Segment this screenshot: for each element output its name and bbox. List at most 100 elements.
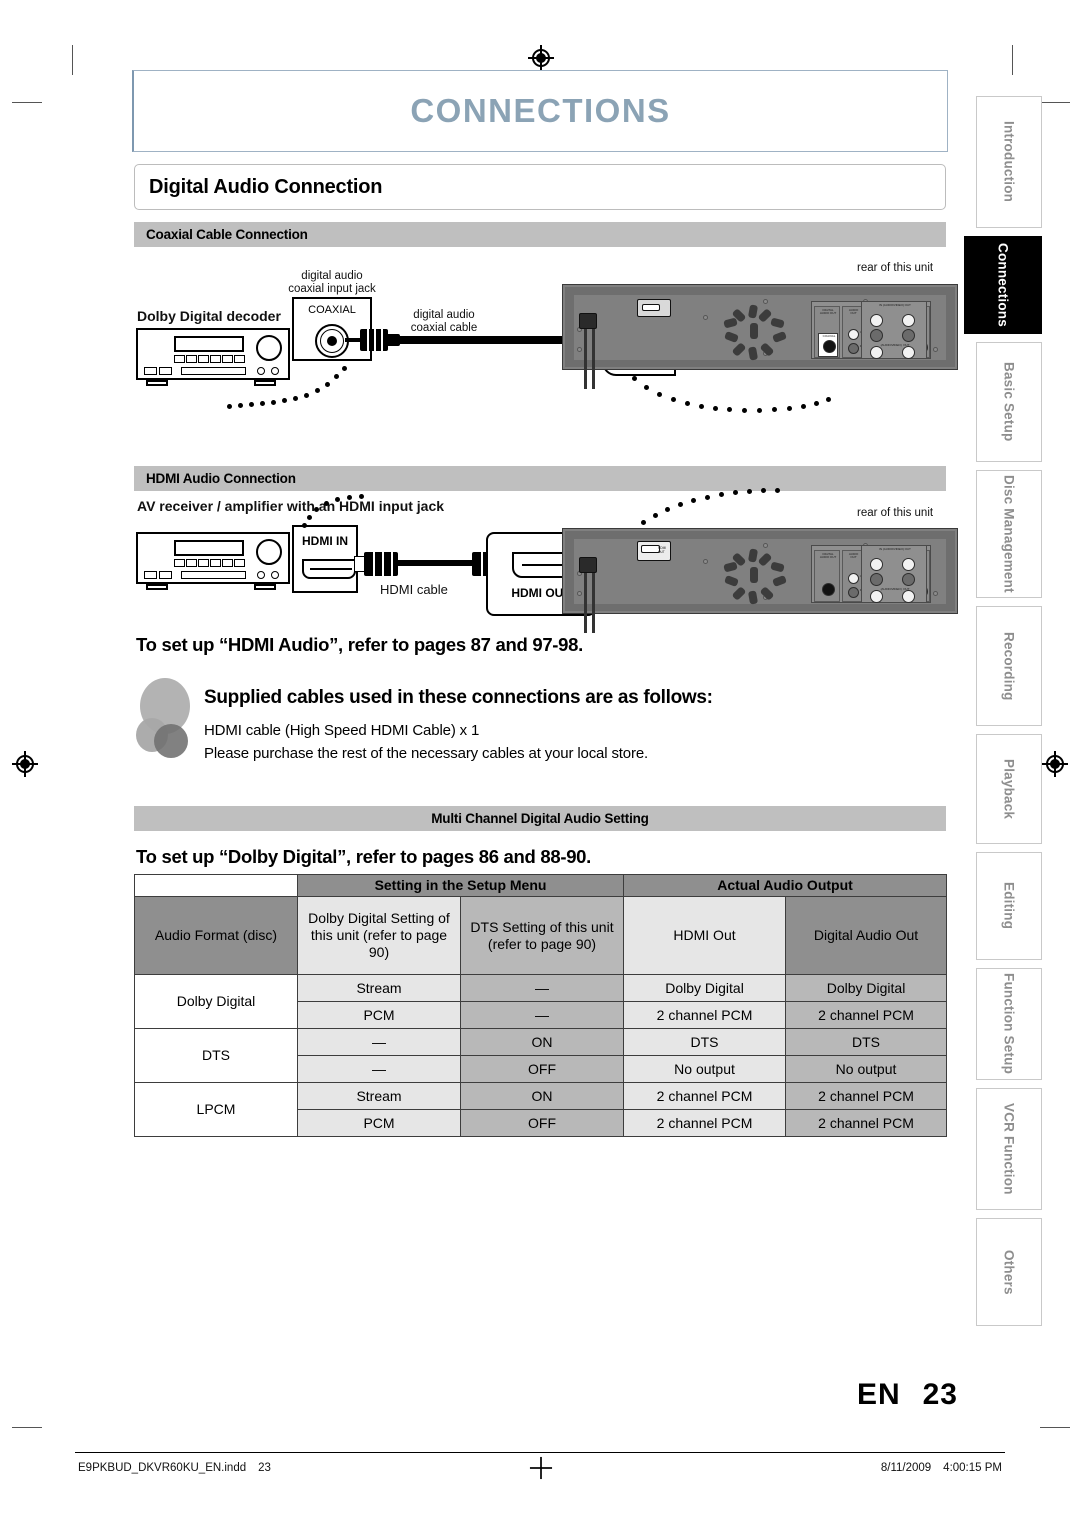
- av-in-video-jack: [870, 346, 883, 359]
- coaxial-cable-label-line1: digital audio: [413, 309, 475, 321]
- rear-panel-hdmi: HDMI OUT VIDEO OUT DIGITAL AUDIO OUT AUD…: [562, 528, 958, 633]
- av-in-l-jack: [870, 314, 883, 327]
- fan-vent: [723, 548, 787, 605]
- registration-mark-top: [528, 45, 554, 71]
- table-cell-dolby-setting: —: [297, 1028, 461, 1056]
- table-col-dolby-setting: Dolby Digital Setting of this unit (refe…: [297, 896, 461, 975]
- rca-jack-pin: [327, 336, 337, 346]
- decoder-display: [174, 336, 244, 352]
- sidebar-item-editing[interactable]: Editing: [976, 852, 1042, 960]
- crop-mark-top-right-v: [1012, 45, 1013, 75]
- av-in-r-jack: [870, 573, 883, 586]
- table-cell-hdmi-out: 2 channel PCM: [623, 1082, 787, 1110]
- subhead-coaxial-cable-connection: Coaxial Cable Connection: [134, 222, 946, 247]
- coaxial-rear-of-unit-label: rear of this unit: [857, 262, 934, 274]
- subhead-multichannel-label: Multi Channel Digital Audio Setting: [431, 811, 649, 826]
- coaxial-jack-plate: COAXIAL: [818, 333, 838, 357]
- supplied-cables-heading: Supplied cables used in these connection…: [204, 687, 713, 708]
- dolby-digital-decoder-label: Dolby Digital decoder: [137, 308, 281, 324]
- terminal-label-av-in-out: IN (AUDIO/VIDEO) OUT: [879, 547, 911, 551]
- hdmi-audio-setup-note: To set up “HDMI Audio”, refer to pages 8…: [136, 634, 583, 655]
- coaxial-output-jack: [823, 340, 836, 353]
- panel-screw: [933, 347, 938, 352]
- rear-panel-top-edge: [565, 287, 955, 295]
- sidebar-item-vcr-function[interactable]: VCR Function: [976, 1088, 1042, 1210]
- av-receiver-device: [136, 532, 290, 584]
- decoder-button: [174, 355, 185, 363]
- footer-timestamp: 8/11/2009 4:00:15 PM: [881, 1462, 1002, 1474]
- coaxial-callout-leader-right: [632, 370, 832, 420]
- table-cell-format: Dolby Digital: [134, 974, 298, 1029]
- chapter-tab-strip: Introduction Connections Basic Setup Dis…: [962, 96, 1044, 1380]
- sidebar-item-others[interactable]: Others: [976, 1218, 1042, 1326]
- decoder-button: [198, 355, 209, 363]
- rear-panel-coaxial: VIDEO OUT DIGITAL AUDIO OUT COAXIAL AUDI…: [562, 284, 958, 389]
- hdmi-in-caption: HDMI IN: [302, 534, 348, 548]
- receiver-foot-left: [146, 584, 168, 590]
- hdmi-in-port-slot: [310, 568, 352, 570]
- dolby-digital-setup-note: To set up “Dolby Digital”, refer to page…: [136, 846, 592, 867]
- subhead-coaxial-label: Coaxial Cable Connection: [146, 227, 308, 242]
- table-cell-dts-setting: —: [459, 974, 625, 1002]
- rear-hdmi-out-plate: HDMI OUT: [637, 541, 671, 561]
- table-cell-digital-audio-out: 2 channel PCM: [785, 1001, 948, 1029]
- tab-label: Function Setup: [1001, 973, 1017, 1075]
- av-in-l-jack: [870, 558, 883, 571]
- sidebar-item-function-setup[interactable]: Function Setup: [976, 968, 1042, 1080]
- rear-panel-right-edge: [946, 287, 955, 367]
- tab-label: VCR Function: [1001, 1103, 1017, 1195]
- terminal-cell-digital-audio-out: DIGITAL AUDIO OUT: [814, 550, 840, 602]
- fan-vent: [723, 304, 787, 361]
- receiver-indicator: [257, 571, 265, 579]
- sidebar-item-connections[interactable]: Connections: [964, 236, 1042, 334]
- receiver-button: [198, 559, 209, 567]
- chapter-title-box: CONNECTIONS: [132, 70, 948, 152]
- table-cell-dolby-setting: —: [297, 1055, 461, 1083]
- av-out-r-jack: [902, 329, 915, 342]
- hdmi-in-callout-leader: [287, 494, 367, 530]
- tab-label: Recording: [1001, 631, 1017, 701]
- table-cell-dolby-setting: Stream: [297, 1082, 461, 1110]
- sidebar-item-basic-setup[interactable]: Basic Setup: [976, 342, 1042, 462]
- sidebar-item-introduction[interactable]: Introduction: [976, 96, 1042, 228]
- registration-mark-right: [1042, 751, 1068, 777]
- rear-panel-left-edge: [565, 531, 574, 611]
- table-cell-dts-setting: ON: [459, 1028, 625, 1056]
- tab-label: Disc Management: [1001, 475, 1017, 593]
- terminal-panel-av: IN (AUDIO/VIDEO) OUT (AUDIO/VIDEO) OUT: [861, 545, 927, 603]
- crop-mark-top-right-h: [1040, 102, 1070, 103]
- footer-file-name: E9PKBUD_DKVR60KU_EN.indd: [78, 1462, 247, 1474]
- table-cell-dolby-setting: Stream: [297, 974, 461, 1002]
- table-cell-dolby-setting: PCM: [297, 1001, 461, 1029]
- receiver-button: [186, 559, 197, 567]
- ac-cord: [584, 573, 587, 633]
- coaxial-plug-left: [360, 329, 388, 351]
- terminal-label-av-in-out: IN (AUDIO/VIDEO) OUT: [879, 303, 911, 307]
- tab-label: Basic Setup: [1001, 362, 1017, 442]
- table-group-header-actual-output: Actual Audio Output: [623, 874, 948, 897]
- registration-mark-bottom: [529, 1456, 553, 1480]
- sidebar-item-playback[interactable]: Playback: [976, 734, 1042, 844]
- sidebar-item-disc-management[interactable]: Disc Management: [976, 470, 1042, 598]
- rear-panel-left-edge: [565, 287, 574, 367]
- table-cell-dts-setting: ON: [459, 1082, 625, 1110]
- crop-mark-bottom-left-h: [12, 1427, 42, 1428]
- table-cell-hdmi-out: No output: [623, 1055, 787, 1083]
- coaxial-plug-pin-left: [345, 338, 361, 342]
- table-group-header-row: Setting in the Setup Menu Actual Audio O…: [134, 874, 948, 897]
- av-out-video-jack: [902, 590, 915, 603]
- section-title-box: Digital Audio Connection: [134, 164, 946, 210]
- table-cell-hdmi-out: 2 channel PCM: [623, 1001, 787, 1029]
- rear-panel-bottom-edge: [565, 604, 955, 611]
- receiver-button: [210, 559, 221, 567]
- table-col-digital-audio-out: Digital Audio Out: [785, 896, 948, 975]
- hdmi-rear-of-unit-label: rear of this unit: [857, 507, 934, 519]
- receiver-switch: [159, 571, 172, 579]
- sidebar-item-recording[interactable]: Recording: [976, 606, 1042, 726]
- table-col-audio-format: Audio Format (disc): [134, 896, 298, 975]
- receiver-volume-knob: [256, 539, 282, 565]
- ac-inlet: [579, 313, 597, 329]
- hdmi-cable-label: HDMI cable: [380, 582, 448, 597]
- coaxial-cable-label-line2: coaxial cable: [410, 322, 478, 334]
- footer-time: 4:00:15 PM: [943, 1462, 1002, 1474]
